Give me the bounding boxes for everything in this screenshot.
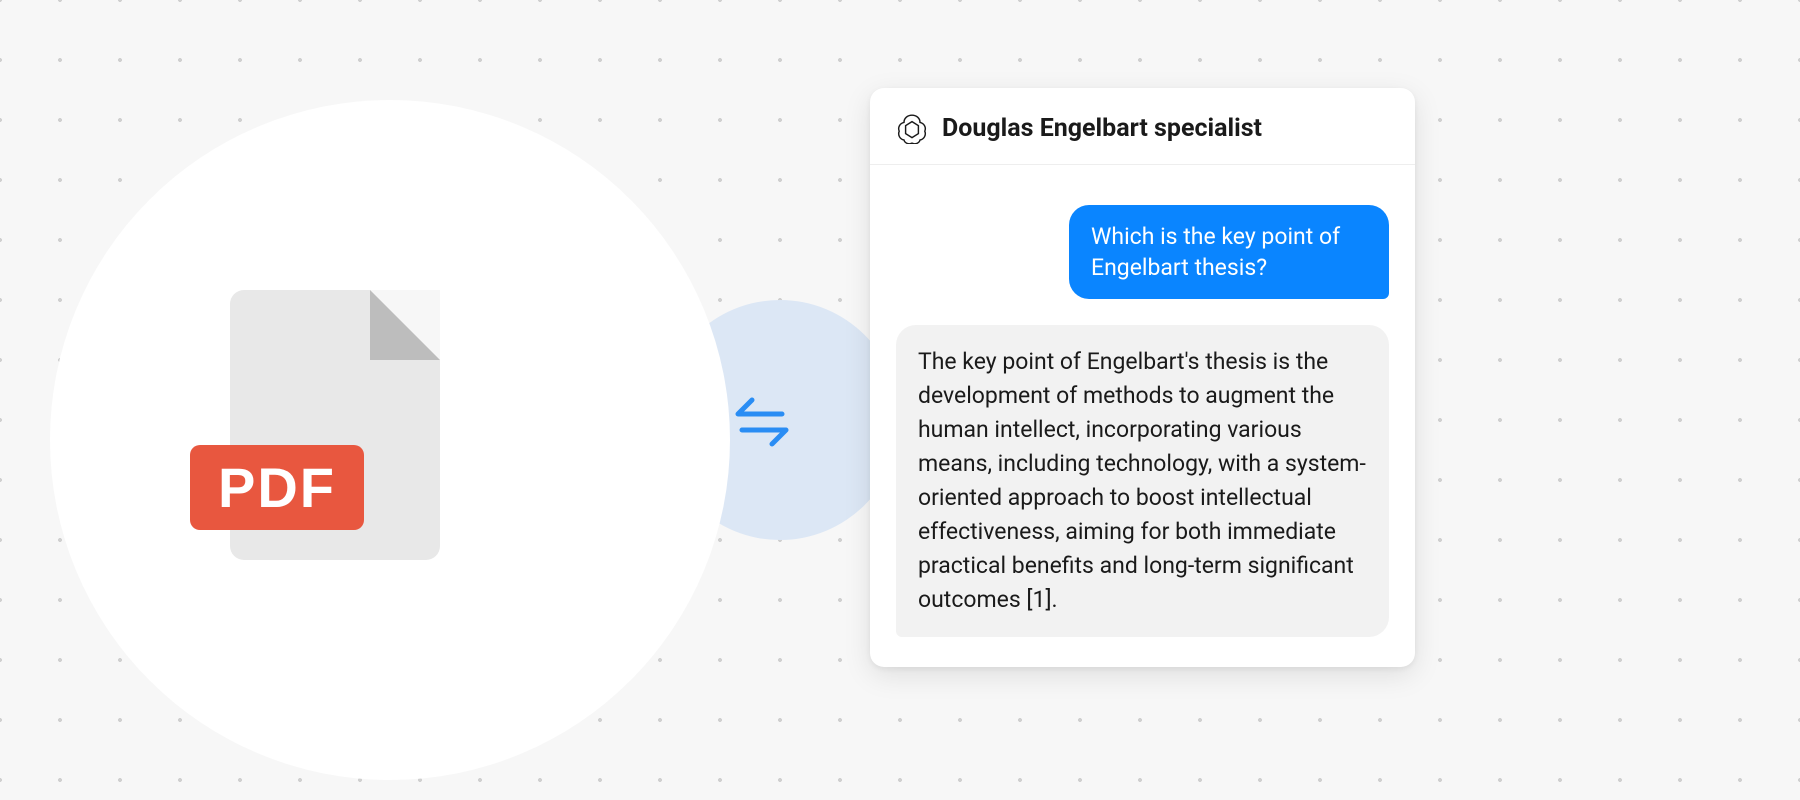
assistant-message-bubble: The key point of Engelbart's thesis is t…: [896, 325, 1389, 637]
user-message-row: Which is the key point of Engelbart thes…: [896, 205, 1389, 299]
pdf-badge: PDF: [190, 445, 364, 530]
swap-arrows-icon: [730, 390, 794, 454]
file-corner-fold: [370, 290, 440, 360]
chat-title: Douglas Engelbart specialist: [942, 114, 1262, 143]
chat-body: Which is the key point of Engelbart thes…: [870, 165, 1415, 667]
chat-header: Douglas Engelbart specialist: [870, 88, 1415, 165]
openai-logo-icon: [896, 112, 928, 144]
chat-card: Douglas Engelbart specialist Which is th…: [870, 88, 1415, 667]
pdf-file-icon: PDF: [230, 290, 440, 560]
user-message-bubble: Which is the key point of Engelbart thes…: [1069, 205, 1389, 299]
assistant-message-row: The key point of Engelbart's thesis is t…: [896, 325, 1389, 637]
